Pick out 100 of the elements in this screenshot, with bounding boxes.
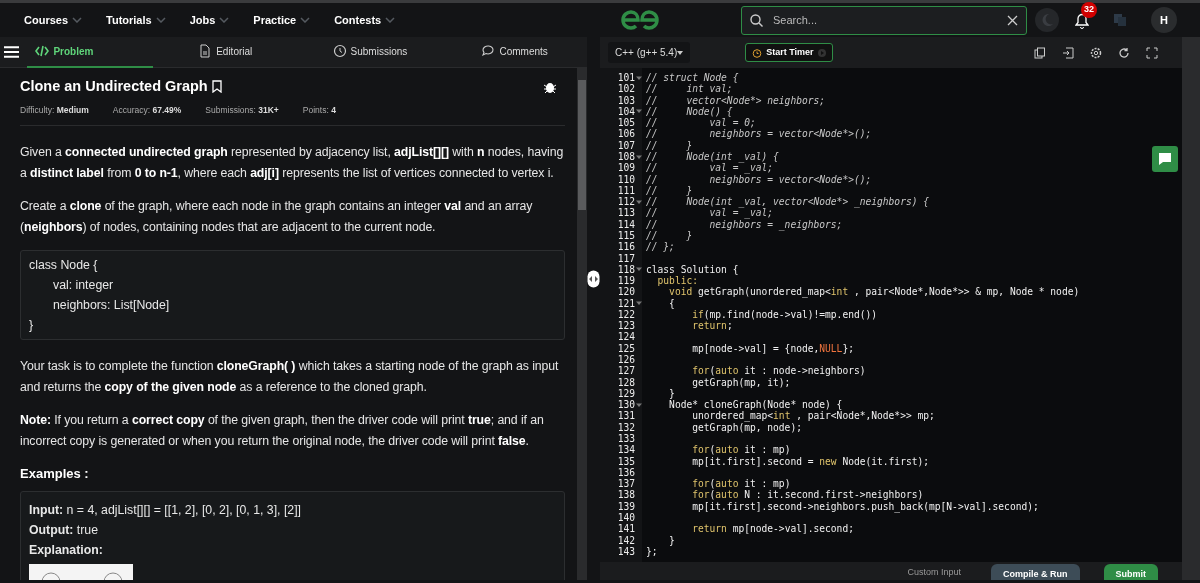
problem-description: Given a connected undirected graph represented by adjacency list, adjList[][] with n nodes, having a distinct label from 0 to n-1, where each adj[i] represents the list of vertices connected to vertex i. [20, 143, 565, 182]
bookmark-icon[interactable] [211, 80, 222, 94]
line-number: 129 [617, 387, 635, 400]
line-number: 118 [617, 263, 635, 276]
scrollbar[interactable] [1182, 37, 1200, 580]
problem-stat: Points: 4 [302, 103, 336, 117]
code-comment: // }; [646, 241, 675, 253]
line-number: 122 [617, 308, 635, 321]
menu-icon[interactable] [4, 45, 20, 59]
compile-run-button[interactable]: Compile & Run [991, 564, 1080, 580]
line-number: 141 [617, 523, 635, 535]
line-number: 132 [617, 421, 635, 433]
problem-description: Note: If you return a correct copy of the given graph, then the driver code will print true; and if an incorrect copy is generated or when you return the original node, the driver code will print false. [20, 411, 545, 450]
example-line: Output: true [29, 522, 99, 539]
line-number: 131 [617, 410, 635, 422]
problem-stat: Accuracy: 67.49% [112, 103, 182, 117]
fold-arrow-icon[interactable] [636, 153, 642, 160]
fold-arrow-icon[interactable] [636, 266, 642, 273]
problem-title: Clone an Undirected Graph [20, 77, 208, 96]
code-line: } [29, 316, 35, 334]
code-comment: // neighbors = _neighbors; [646, 218, 843, 230]
code-line: } [668, 387, 675, 399]
caret-icon [677, 50, 684, 55]
line-number: 104 [617, 105, 635, 118]
code-line: for(auto it : mp) [691, 478, 791, 490]
splitter-handle-icon[interactable] [587, 269, 600, 288]
code-line: getGraph(mp, node); [691, 421, 802, 433]
code-comment: // Node(int _val) { [646, 150, 779, 162]
code-line: if(mp.find(node->val)!=mp.end()) [691, 308, 878, 320]
scrollbar-thumb[interactable] [578, 80, 586, 210]
code-line: mp[it.first].second = new Node(it.first); [691, 455, 930, 467]
line-number: 121 [617, 297, 635, 309]
line-number: 134 [617, 444, 635, 456]
code-comment: // val = 0; [646, 117, 756, 129]
code-line: return mp[node->val].second; [691, 523, 854, 535]
code-line: return; [691, 320, 733, 332]
line-number: 109 [617, 162, 635, 174]
line-number: 140 [617, 511, 635, 524]
nav-menu[interactable]: Tutorials [106, 11, 166, 29]
nav-menu[interactable]: Practice [253, 11, 311, 29]
line-number: 127 [617, 365, 635, 377]
fullscreen-icon[interactable] [1146, 46, 1158, 59]
line-number: 137 [617, 478, 635, 490]
reset-icon[interactable] [1118, 46, 1130, 59]
problem-tab[interactable]: Editorial [152, 36, 298, 68]
logo-icon[interactable] [619, 9, 661, 31]
close-icon[interactable] [1007, 14, 1018, 26]
nav-menu[interactable]: Jobs [189, 11, 230, 29]
search-field[interactable]: Search... [771, 10, 991, 30]
problem-tab[interactable]: Comments [442, 36, 587, 68]
search-bar[interactable]: Search... [741, 5, 1027, 35]
line-number: 108 [617, 150, 635, 163]
avatar[interactable]: H [1151, 7, 1177, 33]
language-select[interactable]: C++ (g++ 5.4) [608, 42, 691, 63]
search-icon [750, 13, 763, 27]
code-line: unordered_map<int , pair<Node*,Node*>> mp; [691, 410, 935, 422]
line-number: 117 [617, 252, 635, 264]
code-line: class Solution { [646, 263, 739, 275]
code-comment: // val = _val; [646, 162, 774, 174]
chevron-down-icon [385, 17, 396, 23]
start-timer-button[interactable]: Start Timer [745, 42, 833, 63]
clock-icon [332, 44, 347, 58]
line-number: 119 [617, 275, 635, 287]
problem-tab[interactable]: Submissions [297, 36, 443, 68]
code-comment: // } [646, 184, 693, 196]
code-comment: // int val; [646, 83, 733, 95]
bell-icon[interactable] [1075, 12, 1089, 29]
fold-arrow-icon[interactable] [636, 108, 642, 115]
fold-arrow-icon[interactable] [636, 300, 642, 307]
import-icon[interactable] [1062, 46, 1074, 59]
problem-description: Your task is to complete the function cloneGraph( ) which takes a starting node of the graph as input and returns the copy of the given node as a reference to the cloned graph. [20, 357, 560, 396]
line-number: 126 [617, 354, 635, 366]
code-line: class Node { [29, 256, 99, 274]
code-line: mp[it.first].second->neighbors.push_back(mp[N->val].second); [691, 500, 1039, 512]
line-number: 114 [617, 218, 635, 230]
settings-icon[interactable] [1090, 46, 1102, 59]
nav-menu[interactable]: Courses [24, 11, 83, 29]
fold-arrow-icon[interactable] [636, 198, 642, 205]
problem-tab[interactable]: Problem [27, 36, 153, 68]
problem-description: Create a clone of the graph, where each node in the graph contains an integer val and an array (neighbors) of nodes, containing nodes that are adjacent to the current node. [20, 197, 534, 236]
notification-count: 32 [1081, 2, 1097, 18]
line-number: 112 [617, 196, 635, 208]
chevron-down-icon [219, 17, 230, 23]
chat-icon[interactable] [1152, 146, 1178, 172]
line-number: 143 [617, 545, 635, 558]
code-line: for(auto it : node->neighbors) [691, 365, 866, 377]
examples-heading: Examples : [20, 464, 90, 483]
submit-button[interactable]: Submit [1103, 564, 1158, 580]
line-number: 111 [617, 184, 635, 197]
chevron-down-icon [155, 17, 166, 23]
line-number: 123 [617, 320, 635, 332]
line-number: 130 [617, 399, 635, 411]
line-number: 110 [617, 173, 635, 185]
fold-arrow-icon[interactable] [636, 401, 642, 408]
custom-input-link[interactable]: Custom Input [901, 564, 967, 580]
nav-menu[interactable]: Contests [334, 11, 396, 29]
code-line: public: [656, 275, 698, 287]
code-comment: // } [646, 229, 693, 241]
copy-icon[interactable] [1034, 46, 1046, 59]
fold-arrow-icon[interactable] [636, 74, 642, 81]
